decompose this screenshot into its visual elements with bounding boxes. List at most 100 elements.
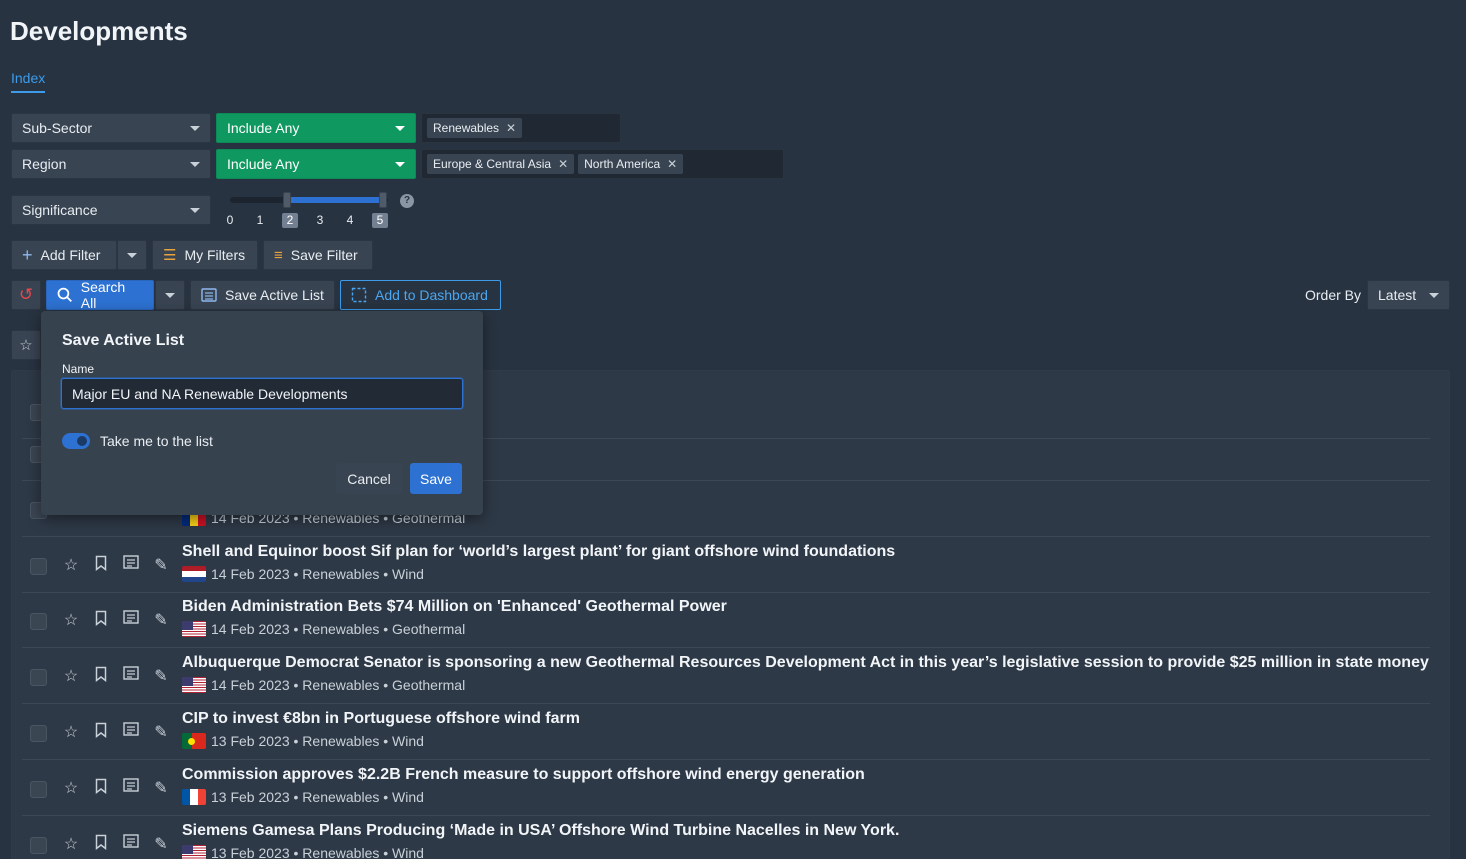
significance-slider-fill: [287, 197, 383, 203]
country-flag-icon: [182, 733, 206, 749]
search-dropdown[interactable]: [155, 280, 185, 310]
name-field-label: Name: [62, 362, 95, 376]
list-item[interactable]: ☆ ✎ Biden Administration Bets $74 Million …: [22, 592, 1430, 648]
list-add-icon[interactable]: [122, 610, 140, 629]
item-title[interactable]: Commission approves $2.2B French measure…: [182, 766, 865, 784]
region-select[interactable]: Region: [11, 149, 211, 179]
bookmark-icon[interactable]: [92, 555, 110, 576]
tag-europe-central-asia: Europe & Central Asia ✕: [427, 154, 575, 174]
country-flag-icon: [182, 789, 206, 805]
toggle-knob: [77, 436, 87, 446]
caret-down-icon: [190, 125, 200, 131]
star-icon[interactable]: ☆: [62, 722, 80, 742]
edit-icon[interactable]: ✎: [152, 666, 170, 686]
country-flag-icon: [182, 566, 206, 582]
reset-button[interactable]: ↺: [11, 280, 41, 310]
bookmark-icon[interactable]: [92, 610, 110, 631]
list-add-icon[interactable]: [122, 834, 140, 853]
list-item[interactable]: ☆ ✎ Albuquerque Democrat Senator is sponso…: [22, 648, 1430, 704]
add-filter-dropdown[interactable]: [117, 240, 147, 270]
bookmark-icon[interactable]: [92, 666, 110, 687]
edit-icon[interactable]: ✎: [152, 555, 170, 575]
sub-sector-mode: Include Any: [227, 120, 300, 136]
bookmark-icon[interactable]: [92, 722, 110, 743]
star-icon[interactable]: ☆: [62, 778, 80, 798]
star-icon[interactable]: ☆: [62, 610, 80, 630]
list-save-icon: [201, 288, 217, 302]
order-by-select[interactable]: Latest: [1367, 280, 1450, 310]
sub-sector-tag-input[interactable]: Renewables ✕: [421, 113, 621, 143]
list-add-icon[interactable]: [122, 666, 140, 685]
slider-tick: 3: [316, 213, 324, 227]
row-checkbox[interactable]: [30, 781, 47, 798]
remove-tag-icon[interactable]: ✕: [667, 157, 677, 171]
list-add-icon[interactable]: [122, 722, 140, 741]
my-filters-button[interactable]: ☰ My Filters: [152, 240, 258, 270]
take-me-to-list-toggle[interactable]: [62, 433, 90, 449]
remove-tag-icon[interactable]: ✕: [506, 121, 516, 135]
list-item[interactable]: ☆ ✎ Siemens Gamesa Plans Producing ‘Made i…: [22, 816, 1430, 859]
caret-down-icon: [395, 125, 405, 131]
tag-renewables: Renewables ✕: [427, 118, 523, 138]
row-checkbox[interactable]: [30, 725, 47, 742]
save-active-list-button[interactable]: Save Active List: [190, 280, 335, 310]
star-icon[interactable]: ☆: [62, 555, 80, 575]
list-icon: ☰: [163, 247, 177, 264]
star-icon: ☆: [19, 337, 33, 354]
star-icon[interactable]: ☆: [62, 666, 80, 686]
region-tag-input[interactable]: Europe & Central Asia ✕ North America ✕: [421, 149, 784, 179]
item-title[interactable]: Biden Administration Bets $74 Million on…: [182, 598, 727, 616]
row-checkbox[interactable]: [30, 669, 47, 686]
row-checkbox[interactable]: [30, 558, 47, 575]
item-title[interactable]: Siemens Gamesa Plans Producing ‘Made in …: [182, 822, 899, 840]
country-flag-icon: [182, 845, 206, 859]
list-item[interactable]: ☆ ✎ CIP to invest €8bn in Portuguese offsh…: [22, 704, 1430, 760]
save-filter-icon: ≡: [274, 246, 283, 264]
tab-index[interactable]: Index: [11, 70, 46, 93]
add-to-dashboard-button[interactable]: Add to Dashboard: [340, 280, 501, 310]
item-title[interactable]: Albuquerque Democrat Senator is sponsori…: [182, 654, 1429, 672]
edit-icon[interactable]: ✎: [152, 834, 170, 854]
caret-down-icon: [165, 292, 175, 298]
save-filter-button[interactable]: ≡ Save Filter: [263, 240, 373, 270]
row-checkbox[interactable]: [30, 837, 47, 854]
list-name-input[interactable]: [61, 378, 463, 409]
slider-handle-max[interactable]: [379, 192, 387, 208]
bookmark-icon[interactable]: [92, 778, 110, 799]
save-button[interactable]: Save: [410, 463, 462, 494]
slider-tick-selected: 5: [372, 213, 388, 228]
sub-sector-select[interactable]: Sub-Sector: [11, 113, 211, 143]
slider-tick: 1: [256, 213, 264, 227]
take-me-to-list-label: Take me to the list: [100, 433, 213, 449]
edit-icon[interactable]: ✎: [152, 610, 170, 630]
help-icon[interactable]: ?: [400, 194, 414, 208]
plus-icon: +: [22, 244, 33, 265]
slider-handle-min[interactable]: [283, 192, 291, 208]
edit-icon[interactable]: ✎: [152, 722, 170, 742]
bookmark-icon[interactable]: [92, 834, 110, 855]
list-item[interactable]: ☆ ✎ Shell and Equinor boost Sif plan for ‘…: [22, 537, 1430, 593]
search-all-button[interactable]: Search All: [46, 279, 154, 311]
add-filter-button[interactable]: + Add Filter: [11, 240, 117, 270]
sub-sector-mode-select[interactable]: Include Any: [216, 113, 416, 143]
significance-label: Significance: [22, 202, 98, 218]
remove-tag-icon[interactable]: ✕: [558, 157, 568, 171]
item-meta: 14 Feb 2023 • Renewables • Geothermal: [182, 621, 465, 637]
caret-down-icon: [395, 161, 405, 167]
star-icon[interactable]: ☆: [62, 834, 80, 854]
list-item[interactable]: ☆ ✎ Commission approves $2.2B French measu…: [22, 760, 1430, 816]
sub-sector-label: Sub-Sector: [22, 120, 93, 136]
item-title[interactable]: CIP to invest €8bn in Portuguese offshor…: [182, 710, 580, 728]
favorites-filter-button[interactable]: ☆: [11, 330, 41, 360]
item-meta: 13 Feb 2023 • Renewables • Wind: [182, 733, 424, 749]
item-title[interactable]: Shell and Equinor boost Sif plan for ‘wo…: [182, 543, 895, 561]
list-add-icon[interactable]: [122, 555, 140, 574]
edit-icon[interactable]: ✎: [152, 778, 170, 798]
list-add-icon[interactable]: [122, 778, 140, 797]
region-mode-select[interactable]: Include Any: [216, 149, 416, 179]
row-checkbox[interactable]: [30, 613, 47, 630]
page-title: Developments: [10, 16, 188, 46]
order-by-label: Order By: [1305, 287, 1362, 303]
significance-select[interactable]: Significance: [11, 195, 211, 225]
cancel-button[interactable]: Cancel: [336, 463, 402, 494]
